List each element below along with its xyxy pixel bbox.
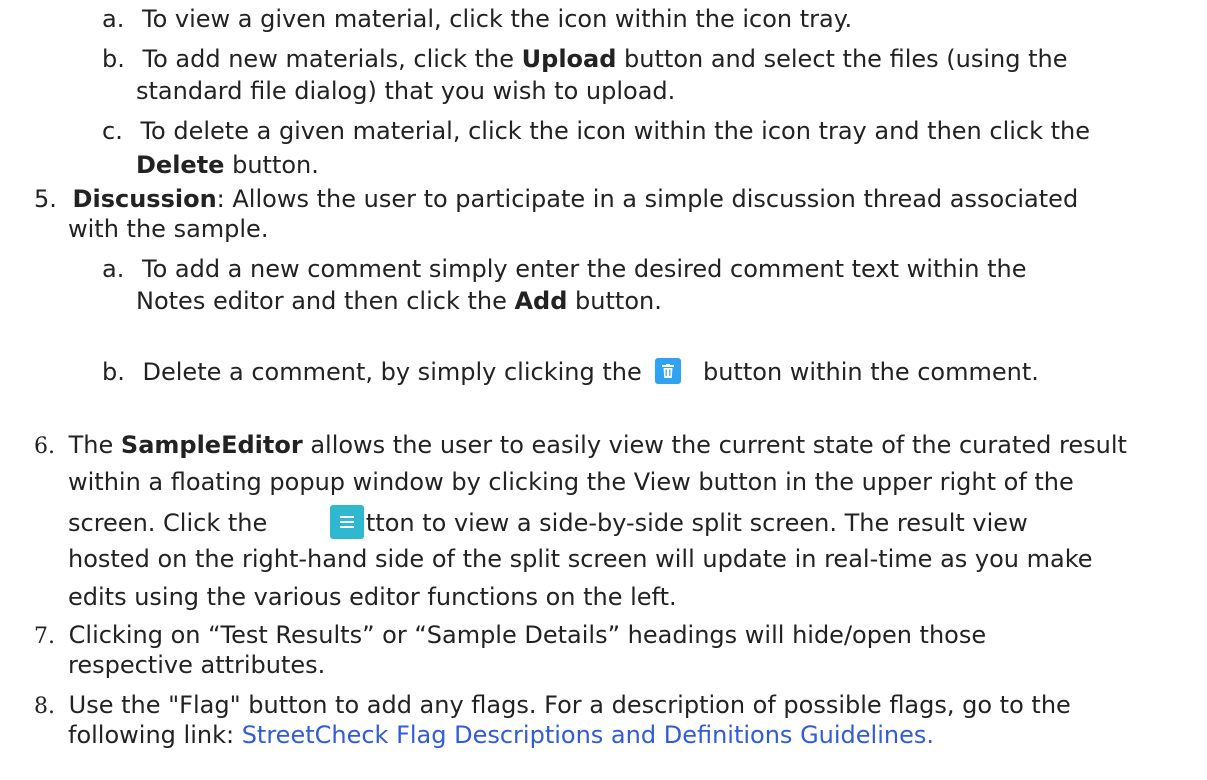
item-text: allows the user to easily view the curre…	[302, 431, 1127, 459]
list-marker: 6.	[34, 434, 55, 459]
item-5a-cont: Notes editor and then click the Add butt…	[136, 286, 662, 316]
list-marker: b.	[102, 358, 125, 386]
item-8-cont: following link: StreetCheck Flag Descrip…	[68, 720, 934, 750]
materials-item-a: a. To view a given material, click the i…	[102, 4, 852, 34]
add-term: Add	[514, 287, 568, 315]
trash-button[interactable]	[655, 358, 682, 384]
discussion-term: Discussion	[72, 185, 217, 213]
item-text: button within the comment.	[695, 358, 1039, 386]
materials-item-c-cont: Delete button.	[136, 150, 319, 180]
split-view-button[interactable]	[329, 505, 364, 539]
item-5a: a. To add a new comment simply enter the…	[102, 254, 1026, 284]
item-6: 6. The SampleEditor allows the user to e…	[34, 430, 1127, 462]
item-text: To delete a given material, click the ic…	[140, 117, 1091, 145]
list-marker: b.	[102, 45, 125, 73]
item-text: To add new materials, click the	[142, 45, 522, 73]
item-text: tton to view a side-by-side split screen…	[365, 509, 1028, 537]
list-marker: a.	[102, 5, 125, 33]
upload-term: Upload	[521, 45, 617, 73]
item-text: button.	[567, 287, 662, 315]
item-6-line4: hosted on the right-hand side of the spl…	[68, 545, 1093, 573]
materials-item-b-cont: standard file dialog) that you wish to u…	[136, 77, 676, 105]
item-text: : Allows the user to participate in a si…	[216, 185, 1079, 213]
list-marker: c.	[102, 117, 123, 145]
item-8: 8. Use the "Flag" button to add any flag…	[34, 690, 1071, 722]
materials-item-b: b. To add new materials, click the Uploa…	[102, 44, 1067, 74]
item-text: The	[68, 431, 121, 459]
flag-guidelines-link[interactable]: StreetCheck Flag Descriptions and Defini…	[242, 721, 934, 749]
list-marker: a.	[102, 255, 125, 283]
trash-icon	[662, 364, 675, 378]
item-text: Delete a comment, by simply clicking the	[142, 358, 650, 386]
list-marker: 5.	[34, 185, 57, 213]
list-marker: 7.	[34, 624, 55, 649]
item-text: To view a given material, click the icon…	[141, 5, 853, 33]
item-6-line2: within a floating popup window by clicki…	[68, 468, 1074, 496]
item-text: following link:	[68, 721, 242, 749]
item-text: button and select the files (using the	[616, 45, 1068, 73]
sample-editor-term: SampleEditor	[120, 431, 303, 459]
item-5-cont: with the sample.	[68, 215, 269, 243]
item-5b: b. Delete a comment, by simply clicking …	[102, 357, 1039, 387]
item-7: 7. Clicking on “Test Results” or “Sample…	[34, 620, 986, 652]
item-6-line5: edits using the various editor functions…	[68, 583, 677, 611]
item-text: screen. Click the	[68, 509, 275, 537]
item-text: button.	[224, 151, 319, 179]
item-text: Clicking on “Test Results” or “Sample De…	[68, 621, 987, 649]
item-5: 5. Discussion: Allows the user to partic…	[34, 184, 1078, 214]
item-7-cont: respective attributes.	[68, 651, 326, 679]
item-text: Use the "Flag" button to add any flags. …	[68, 691, 1071, 719]
item-text: To add a new comment simply enter the de…	[141, 255, 1027, 283]
list-marker: 8.	[34, 694, 55, 719]
item-6-line3: screen. Click the tton to view a side-by…	[68, 505, 1028, 541]
delete-term: Delete	[136, 151, 225, 179]
item-text: Notes editor and then click the	[136, 287, 515, 315]
menu-icon	[339, 516, 354, 528]
materials-item-c: c. To delete a given material, click the…	[102, 116, 1090, 146]
